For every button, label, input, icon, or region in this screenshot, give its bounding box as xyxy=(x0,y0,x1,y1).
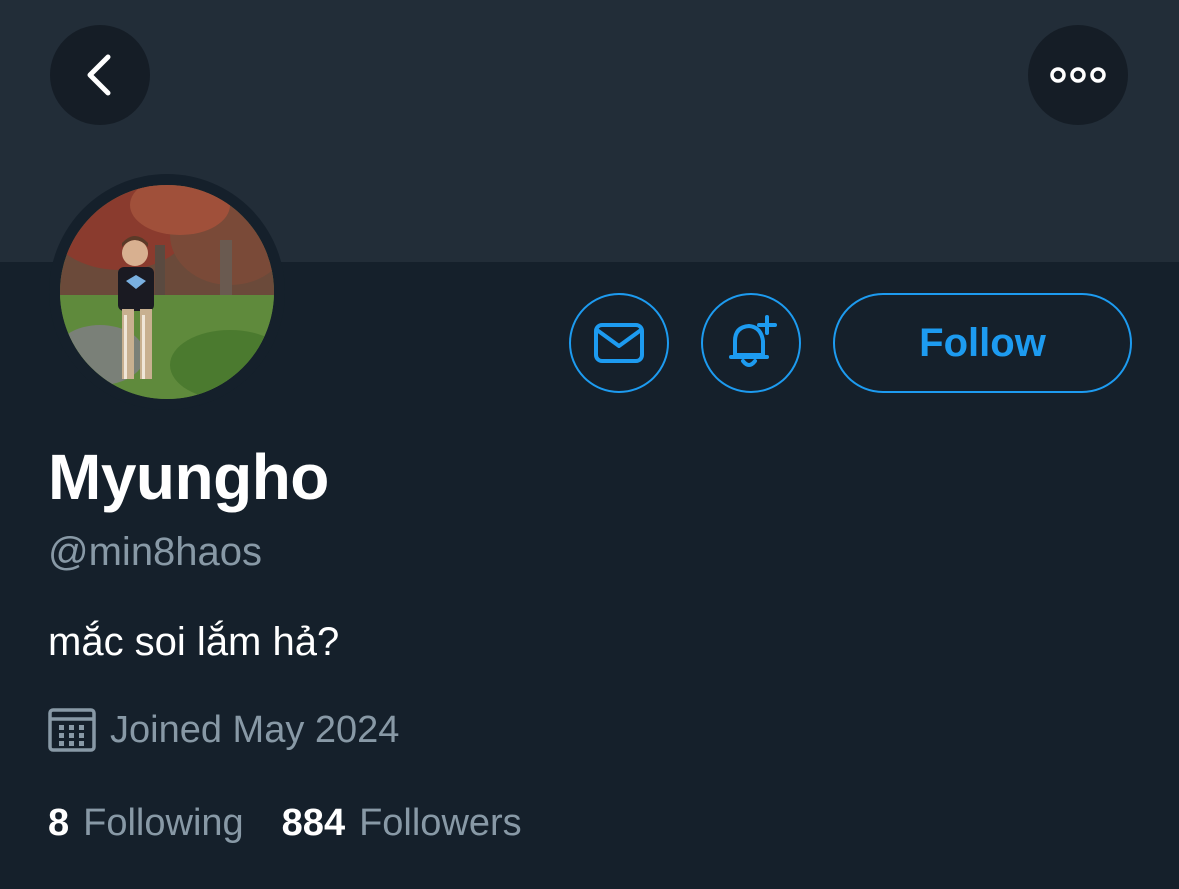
follow-button[interactable]: Follow xyxy=(833,293,1132,393)
notify-button[interactable] xyxy=(701,293,801,393)
display-name: Myungho xyxy=(48,441,329,513)
avatar[interactable] xyxy=(60,185,274,399)
followers-link[interactable]: 884 Followers xyxy=(282,802,522,845)
more-options-button[interactable] xyxy=(1028,25,1128,125)
back-button[interactable] xyxy=(50,25,150,125)
user-bio: mắc soi lắm hả? xyxy=(48,620,340,664)
joined-date-row: Joined May 2024 xyxy=(48,706,399,754)
envelope-icon xyxy=(594,323,644,363)
chevron-left-icon xyxy=(87,54,111,96)
following-link[interactable]: 8 Following xyxy=(48,802,244,845)
following-label: Following xyxy=(83,802,244,844)
profile-page: Follow Myungho @min8haos mắc soi lắm hả?… xyxy=(0,0,1179,889)
message-button[interactable] xyxy=(569,293,669,393)
bell-plus-icon xyxy=(729,315,777,367)
follow-stats: 8 Following 884 Followers xyxy=(48,802,560,845)
user-handle: @min8haos xyxy=(48,530,263,574)
following-count: 8 xyxy=(48,802,70,844)
followers-count: 884 xyxy=(281,802,346,844)
more-dots-icon xyxy=(1050,67,1106,83)
avatar-photo xyxy=(60,185,274,399)
followers-label: Followers xyxy=(359,802,522,844)
joined-date-text: Joined May 2024 xyxy=(110,708,400,751)
calendar-icon xyxy=(48,706,96,754)
